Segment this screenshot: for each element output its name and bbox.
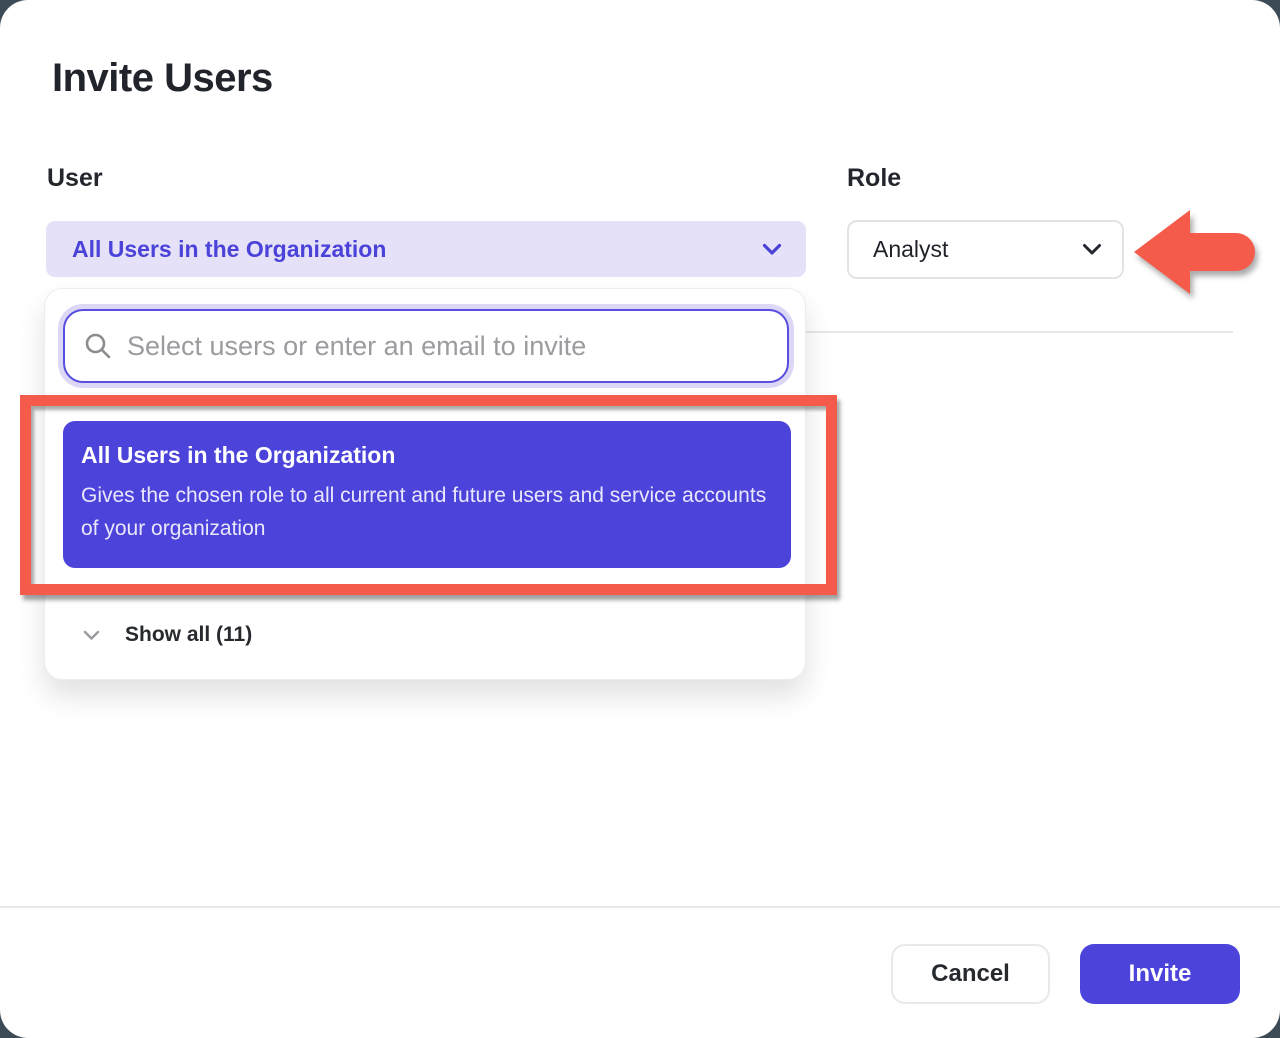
- page-title: Invite Users: [52, 56, 273, 101]
- user-select-value: All Users in the Organization: [72, 236, 386, 263]
- role-select-value: Analyst: [873, 236, 948, 263]
- footer-divider: [0, 906, 1280, 908]
- role-select[interactable]: Analyst: [847, 220, 1124, 279]
- search-input[interactable]: [127, 331, 787, 362]
- annotation-arrow-icon: [1132, 204, 1258, 300]
- chevron-down-icon: [83, 630, 100, 641]
- user-dropdown-panel: All Users in the Organization Gives the …: [44, 288, 806, 680]
- option-description: Gives the chosen role to all current and…: [81, 479, 771, 545]
- search-icon: [83, 331, 113, 361]
- role-field-label: Role: [847, 164, 901, 193]
- cancel-button[interactable]: Cancel: [891, 944, 1050, 1004]
- invite-users-dialog: Invite Users User All Users in the Organ…: [0, 0, 1280, 1038]
- chevron-down-icon: [762, 243, 782, 256]
- option-title: All Users in the Organization: [81, 442, 773, 469]
- user-select-trigger[interactable]: All Users in the Organization: [46, 221, 806, 277]
- chevron-down-icon: [1082, 243, 1102, 256]
- show-all-toggle[interactable]: Show all (11): [45, 614, 252, 656]
- user-field-label: User: [47, 164, 103, 193]
- invite-button[interactable]: Invite: [1080, 944, 1240, 1004]
- show-all-label: Show all (11): [125, 623, 252, 647]
- search-box: [63, 309, 789, 383]
- option-all-users[interactable]: All Users in the Organization Gives the …: [63, 421, 791, 568]
